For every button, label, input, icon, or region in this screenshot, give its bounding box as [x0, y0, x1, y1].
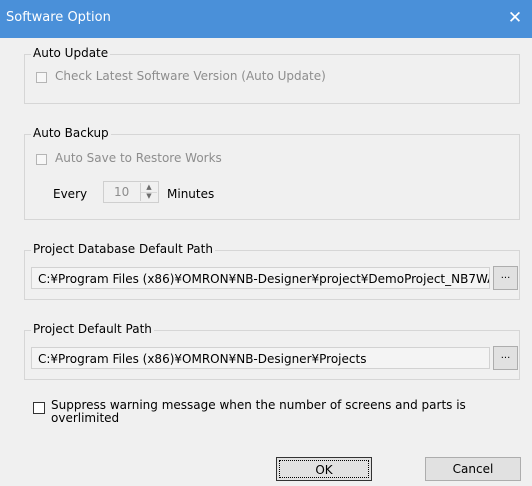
- ok-button[interactable]: OK: [276, 457, 372, 481]
- down-arrow-icon[interactable]: ▼: [141, 192, 157, 201]
- project-db-path-legend: Project Database Default Path: [31, 242, 215, 256]
- project-path-group: Project Default Path C:¥Program Files (x…: [24, 322, 520, 380]
- check-latest-label: Check Latest Software Version (Auto Upda…: [55, 69, 326, 83]
- suppress-warning-label-line1: Suppress warning message when the number…: [51, 398, 466, 412]
- cancel-button[interactable]: Cancel: [425, 457, 521, 481]
- dialog-body: Auto Update Check Latest Software Versio…: [0, 38, 532, 486]
- close-icon: ✕: [507, 8, 523, 28]
- auto-update-legend: Auto Update: [31, 46, 111, 60]
- auto-backup-group: Auto Backup Auto Save to Restore Works E…: [24, 126, 520, 220]
- spin-buttons: ▲ ▼: [140, 183, 157, 201]
- project-browse-button[interactable]: ...: [493, 346, 518, 370]
- auto-backup-legend: Auto Backup: [31, 126, 111, 140]
- every-label: Every: [53, 187, 88, 201]
- ok-button-label: OK: [279, 460, 369, 478]
- suppress-warning-checkbox[interactable]: [33, 402, 45, 414]
- project-db-path-field[interactable]: C:¥Program Files (x86)¥OMRON¥NB-Designer…: [31, 267, 490, 289]
- suppress-warning-label-line2: overlimited: [51, 411, 120, 425]
- project-db-path-group: Project Database Default Path C:¥Program…: [24, 242, 520, 300]
- check-latest-checkbox[interactable]: [36, 72, 47, 83]
- project-path-field[interactable]: C:¥Program Files (x86)¥OMRON¥NB-Designer…: [31, 347, 490, 369]
- project-db-browse-button[interactable]: ...: [493, 266, 518, 290]
- auto-save-checkbox[interactable]: [36, 154, 47, 165]
- minutes-label: Minutes: [167, 187, 215, 201]
- auto-save-label: Auto Save to Restore Works: [55, 151, 222, 165]
- backup-interval-value: 10: [114, 185, 130, 199]
- auto-update-group: Auto Update Check Latest Software Versio…: [24, 46, 520, 104]
- project-path-legend: Project Default Path: [31, 322, 154, 336]
- close-button[interactable]: ✕: [498, 0, 532, 38]
- backup-interval-spinner[interactable]: 10 ▲ ▼: [103, 181, 159, 203]
- title-bar: Software Option ✕: [0, 0, 532, 38]
- window-title: Software Option: [6, 10, 111, 25]
